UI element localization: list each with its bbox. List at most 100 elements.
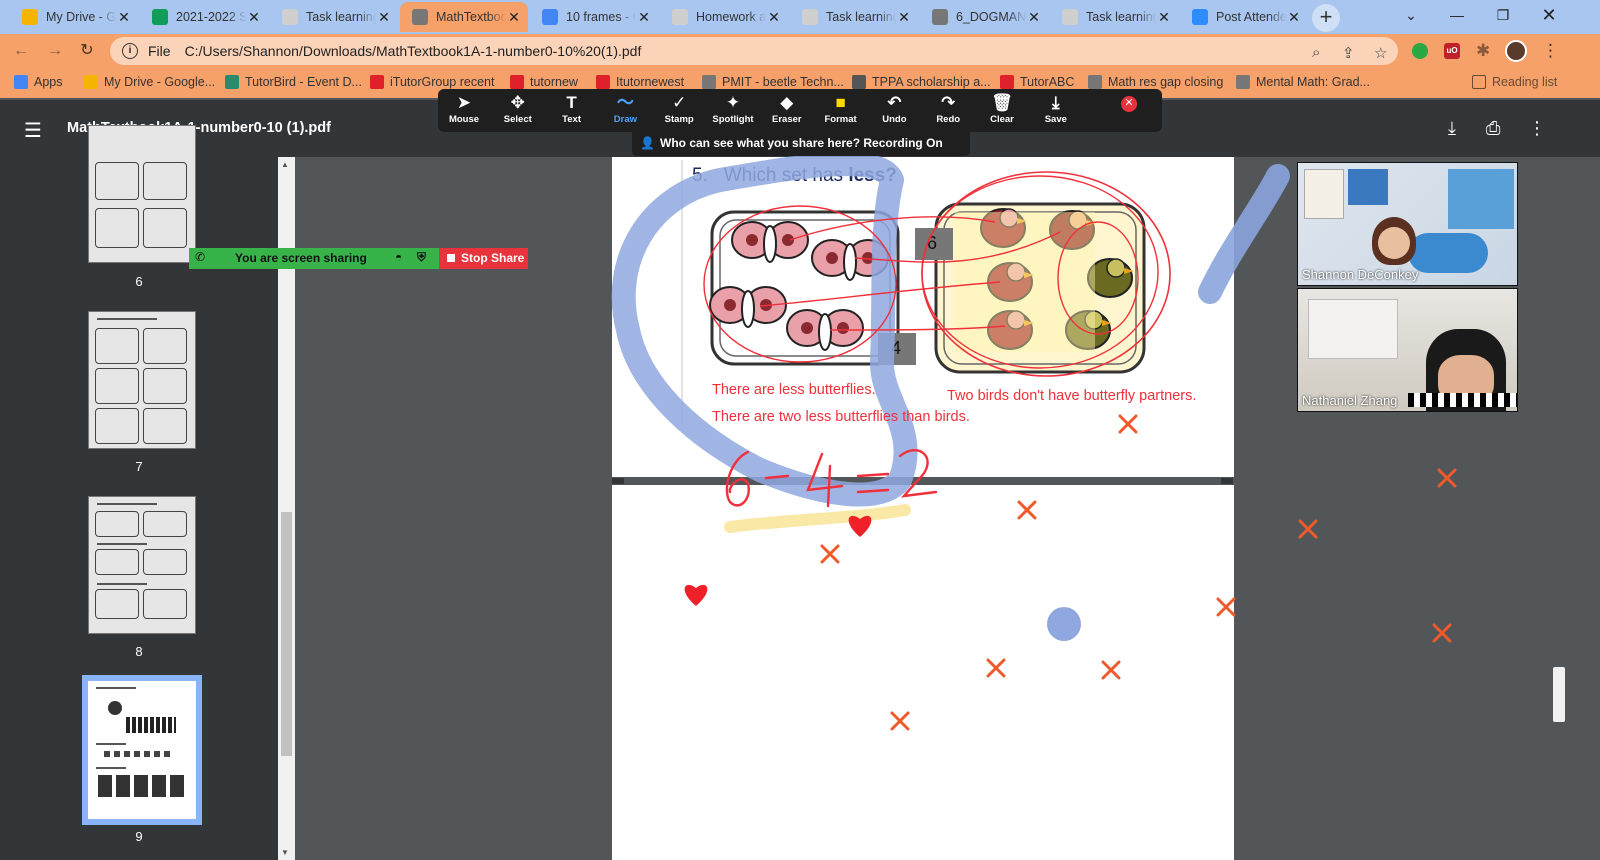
bookmark-item[interactable]: tutornew [510,75,578,89]
more-options-icon[interactable]: ⋮ [1528,118,1546,139]
url-text[interactable]: C:/Users/Shannon/Downloads/MathTextbook1… [185,43,642,59]
site-info-icon[interactable]: i [122,43,138,59]
annotate-tool-eraser[interactable]: ◆ Eraser [759,92,815,125]
bookmark-item[interactable]: TutorBird - Event D... [225,75,362,89]
thumb-bar-art [126,717,176,733]
close-tab-icon[interactable]: ✕ [246,9,262,26]
thumbnail-page-6[interactable] [88,125,196,263]
scroll-down-arrow-icon[interactable]: ▼ [281,848,289,857]
annotate-tool-text[interactable]: T Text [544,92,600,125]
bookmark-label: Math res gap closing [1108,75,1224,89]
thumbnail-page-number: 8 [135,644,143,659]
annotate-tool-save[interactable]: ⤓ Save [1028,92,1084,125]
browser-tab[interactable]: Post Attendee✕ [1180,2,1308,32]
browser-tab[interactable]: 10 frames - Google✕ [530,2,658,32]
back-arrow-icon[interactable]: ← [10,40,32,62]
profile-avatar[interactable] [1505,40,1527,62]
thumbnail-page-8[interactable] [88,496,196,634]
move-icon: ✥ [510,93,525,112]
forward-arrow-icon[interactable]: → [44,40,66,62]
recording-notice[interactable]: 👤 Who can see what you share here? Recor… [632,132,970,156]
annotate-tool-draw[interactable]: 〜 Draw [597,92,653,125]
scroll-up-arrow-icon[interactable]: ▲ [281,160,289,169]
download-icon[interactable]: ⤓ [1448,118,1456,139]
restore-icon[interactable]: ❐ [1480,0,1526,32]
hamburger-menu-icon[interactable]: ☰ [24,118,42,143]
thumb-character-art [108,701,122,715]
print-icon[interactable]: ⎙ [1486,118,1500,139]
bookmark-item[interactable]: Itutornewest [596,75,684,89]
bookmark-item[interactable]: Mental Math: Grad... [1236,75,1370,89]
page-scrollbar[interactable] [1549,157,1566,860]
browser-toolbar: ← → ↻ i File C:/Users/Shannon/Downloads/… [0,34,1600,68]
close-tab-icon[interactable]: ✕ [1286,9,1302,26]
close-tab-icon[interactable]: ✕ [116,9,132,26]
minimize-icon[interactable]: — [1434,0,1480,32]
close-window-icon[interactable]: ✕ [1526,0,1572,32]
thumbnail-page-7[interactable] [88,311,196,449]
annotate-tool-spotlight[interactable]: ✦ Spotlight [705,92,761,125]
zoom-annotate-toolbar: ➤ Mouse ✥ Select T Text 〜 Draw ✓ Stamp ✦ Spotlight ◆… [438,89,1162,132]
bookmark-item[interactable]: TutorABC [1000,75,1074,89]
stop-share-button[interactable]: Stop Share [439,248,528,269]
thumb-line [97,318,157,320]
google-drive-icon [22,9,38,25]
annotate-tool-label: Clear [990,114,1014,125]
annotate-tool-stamp[interactable]: ✓ Stamp [651,92,707,125]
close-annotate-icon[interactable]: ✕ [1121,96,1137,112]
close-tab-icon[interactable]: ✕ [1026,9,1042,26]
bookmark-label: iTutorGroup recent [390,75,495,89]
browser-menu-icon[interactable]: ⋮ [1542,41,1559,61]
tab-label: Task learning [1086,10,1156,24]
browser-tab[interactable]: 2021-2022 Sheet✕ [140,2,268,32]
thumbnail-page-9[interactable] [82,675,202,825]
reading-list-label: Reading list [1492,75,1558,89]
zoom-magnifier-icon[interactable]: ⌕ [1312,44,1320,61]
thumb-art [143,589,187,619]
share-icon[interactable]: ⇪ [1342,44,1355,62]
close-tab-icon[interactable]: ✕ [376,9,392,26]
close-tab-icon[interactable]: ✕ [1156,9,1172,26]
bookmark-item[interactable]: PMIT - beetle Techn... [702,75,844,89]
bookmark-item[interactable]: iTutorGroup recent [370,75,494,89]
globe-icon [932,9,948,25]
bookmark-star-icon[interactable]: ☆ [1374,44,1387,62]
new-tab-button[interactable]: + [1312,4,1340,32]
sidebar-scrollbar-thumb[interactable] [281,512,292,756]
browser-tab[interactable]: Task learning ✕ [790,2,918,32]
video-tile-shannon[interactable]: Shannon DeConkey [1297,162,1518,286]
bookmark-item[interactable]: TPPA scholarship a... [852,75,991,89]
bookmark-item[interactable]: Math res gap closing [1088,75,1223,89]
screen-sharing-bar[interactable]: ✆ You are screen sharing ◓ ⛨ [189,248,439,269]
wall-poster [1304,169,1344,219]
extension-green-icon[interactable] [1412,43,1428,59]
reload-icon[interactable]: ↻ [76,40,98,62]
annotate-tool-select[interactable]: ✥ Select [490,92,546,125]
annotate-tool-format[interactable]: ■ Format [813,92,869,125]
browser-tab[interactable]: 6_DOGMAN ✕ [920,2,1048,32]
browser-tab[interactable]: Homework and✕ [660,2,788,32]
video-tile-nathaniel[interactable]: Nathaniel Zhang [1297,288,1518,412]
extensions-puzzle-icon[interactable]: ✱ [1476,41,1490,61]
annotate-tool-mouse[interactable]: ➤ Mouse [436,92,492,125]
tab-label: Task learning [826,10,896,24]
browser-tab[interactable]: Task learning ✕ [1050,2,1178,32]
browser-tab[interactable]: MathTextbook✕ [400,2,528,32]
bookmark-item[interactable]: Apps [14,75,63,89]
question-text: Which set has [723,165,844,186]
page-scrollbar-thumb[interactable] [1553,667,1565,722]
browser-tab[interactable]: My Drive - Google✕ [10,2,138,32]
close-tab-icon[interactable]: ✕ [506,9,522,26]
annotate-tool-undo[interactable]: ↶ Undo [866,92,922,125]
tab-search-chevron-icon[interactable]: ⌄ [1388,0,1434,32]
close-tab-icon[interactable]: ✕ [766,9,782,26]
close-tab-icon[interactable]: ✕ [896,9,912,26]
annotate-tool-redo[interactable]: ↷ Redo [920,92,976,125]
bookmark-item[interactable]: My Drive - Google... [84,75,215,89]
ublock-icon[interactable]: uO [1444,43,1460,59]
annotate-tool-clear[interactable]: 🗑 Clear [974,92,1030,125]
reading-list[interactable]: Reading list [1472,75,1557,89]
address-bar[interactable]: i File C:/Users/Shannon/Downloads/MathTe… [110,37,1398,65]
close-tab-icon[interactable]: ✕ [636,9,652,26]
browser-tab[interactable]: Task learning ✕ [270,2,398,32]
